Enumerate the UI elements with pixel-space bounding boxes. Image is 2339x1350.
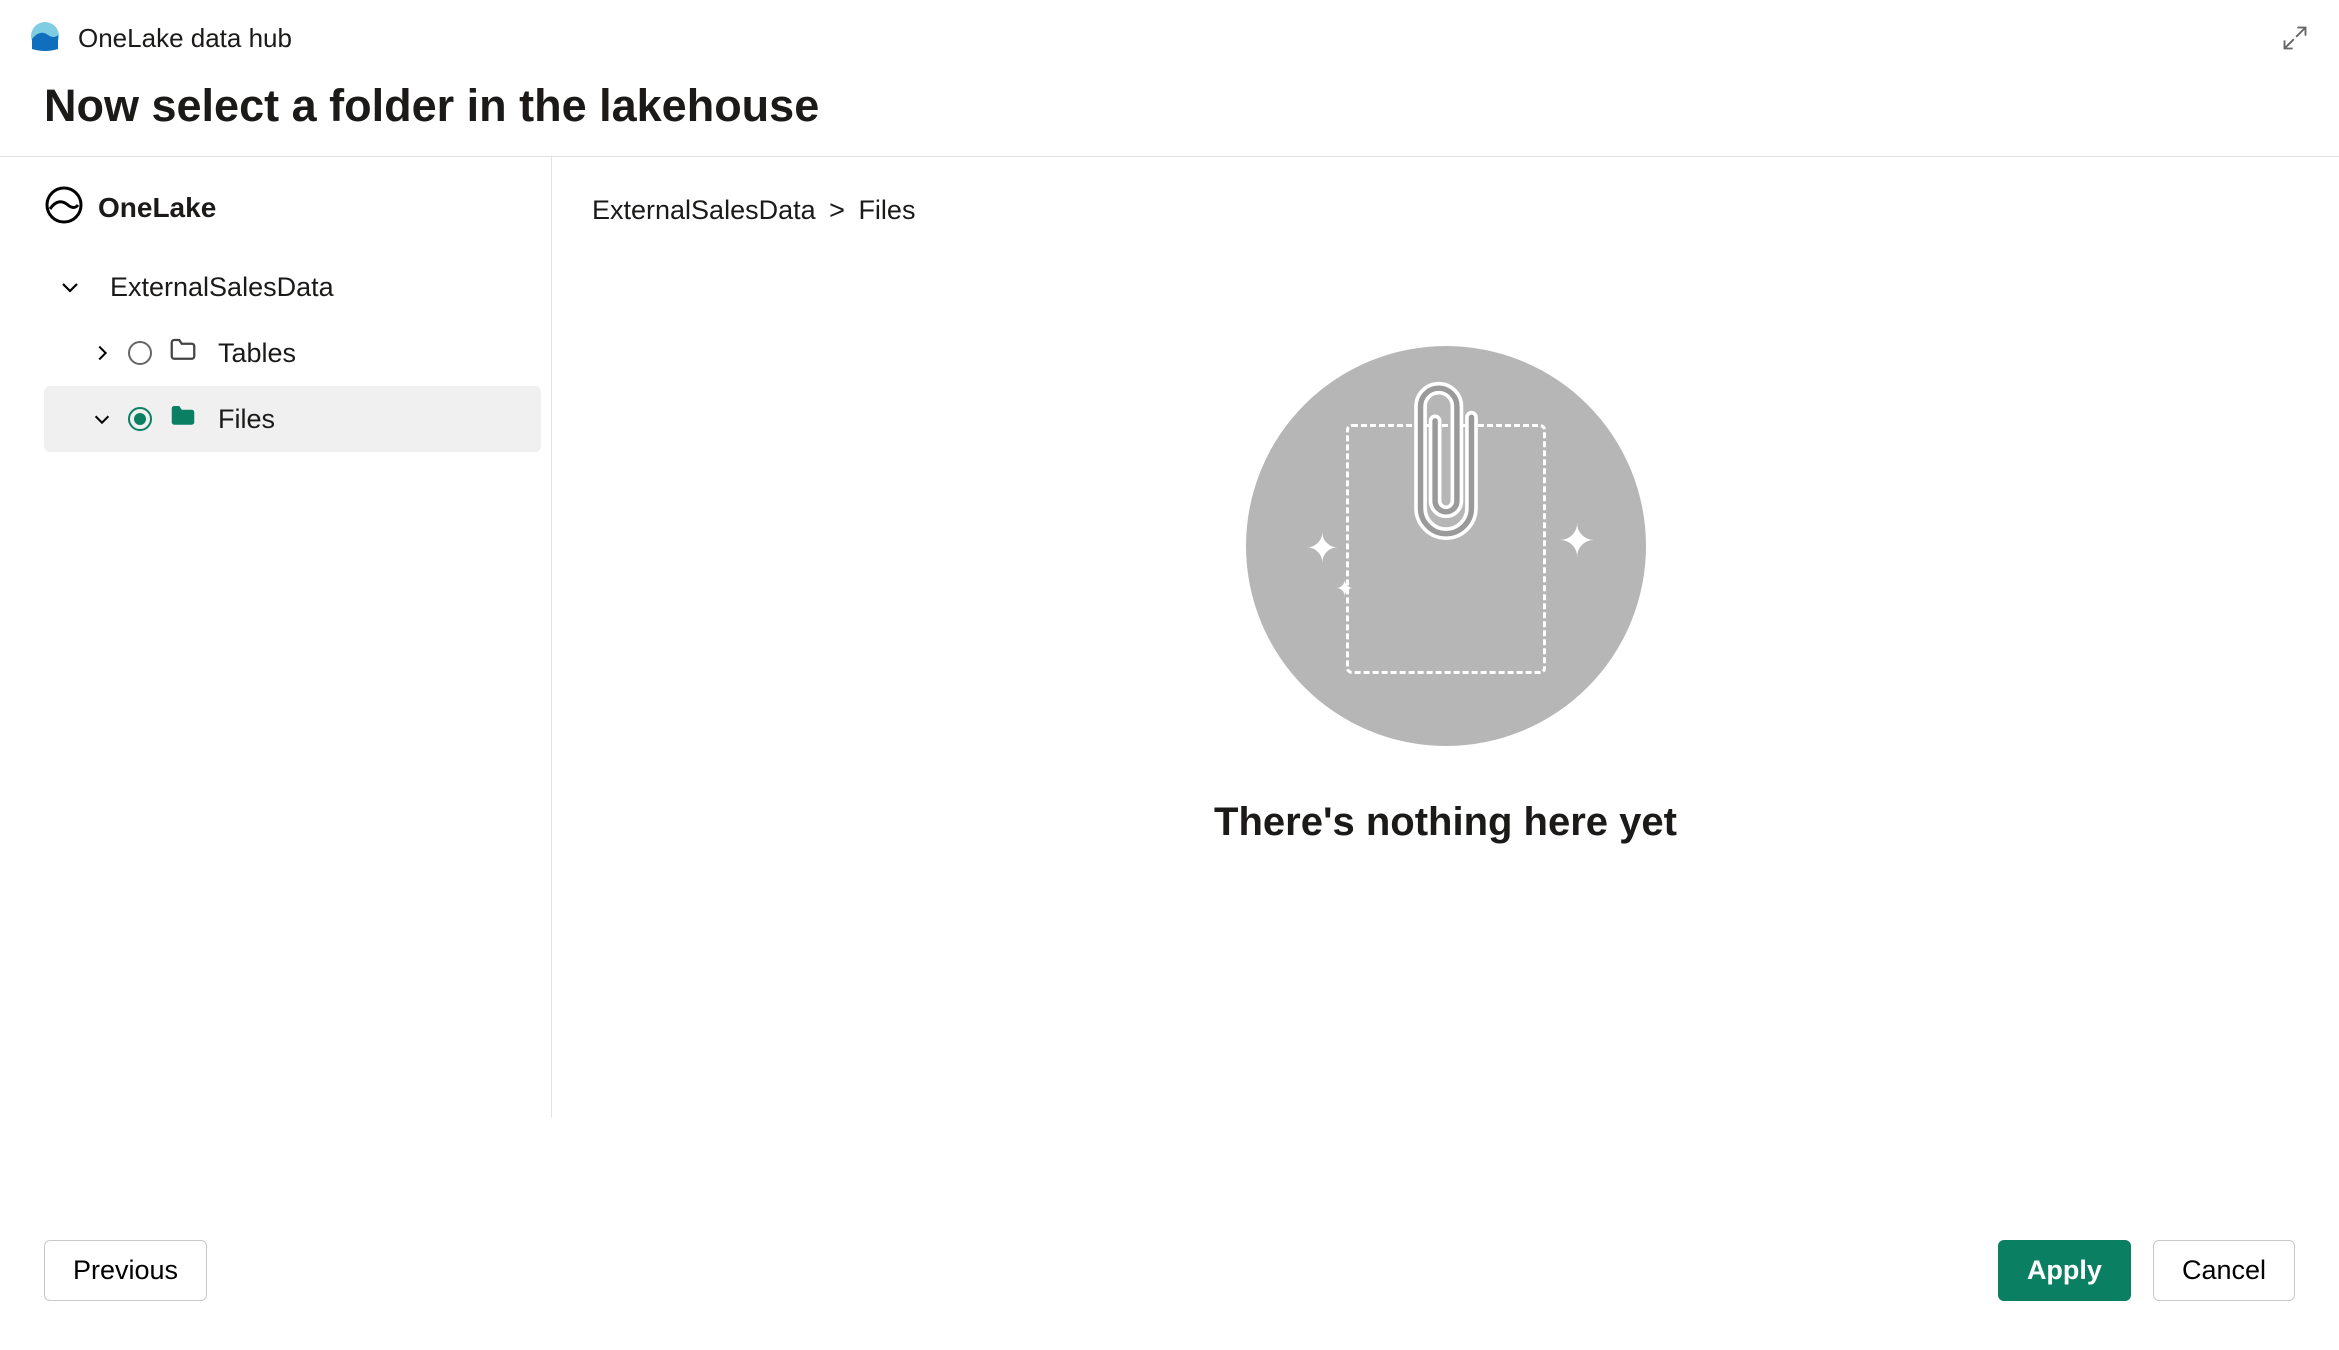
onelake-hub-icon (28, 19, 62, 58)
folder-filled-icon (168, 401, 198, 438)
apply-button[interactable]: Apply (1998, 1240, 2131, 1301)
main-pane: ExternalSalesData > Files ✦ ✦ ✦ There's … (552, 157, 2339, 1228)
footer-right-group: Apply Cancel (1998, 1240, 2295, 1301)
tree-node-files[interactable]: Files (44, 386, 541, 452)
cancel-button[interactable]: Cancel (2153, 1240, 2295, 1301)
chevron-right-icon[interactable] (88, 342, 116, 364)
tree-node-tables[interactable]: Tables (44, 320, 541, 386)
expand-icon[interactable] (2281, 24, 2309, 57)
tree-node-lakehouse-label: ExternalSalesData (110, 272, 334, 303)
breadcrumb-separator: > (829, 195, 845, 225)
page-heading: Now select a folder in the lakehouse (0, 60, 2339, 156)
breadcrumb: ExternalSalesData > Files (592, 195, 915, 226)
folder-tree-sidebar: OneLake ExternalSalesData Tables (0, 157, 552, 1117)
breadcrumb-part-current: Files (858, 195, 915, 225)
app-header: OneLake data hub (0, 0, 2339, 60)
tree-node-files-label: Files (218, 404, 275, 435)
chevron-down-icon[interactable] (56, 275, 84, 299)
tree-node-tables-label: Tables (218, 338, 296, 369)
radio-files[interactable] (128, 407, 152, 431)
hub-title: OneLake data hub (78, 23, 292, 54)
tree-root-onelake[interactable]: OneLake (44, 185, 551, 230)
body: OneLake ExternalSalesData Tables (0, 157, 2339, 1228)
previous-button[interactable]: Previous (44, 1240, 207, 1301)
folder-outline-icon (168, 335, 198, 372)
chevron-down-icon[interactable] (88, 408, 116, 430)
empty-state-title: There's nothing here yet (1214, 800, 1677, 845)
paperclip-icon (1391, 370, 1501, 575)
breadcrumb-part-lakehouse[interactable]: ExternalSalesData (592, 195, 816, 225)
sparkle-icon: ✦ (1306, 526, 1340, 572)
footer: Previous Apply Cancel (0, 1190, 2339, 1350)
sparkle-icon: ✦ (1559, 516, 1596, 567)
onelake-root-icon (44, 185, 84, 230)
tree-root-label: OneLake (98, 192, 216, 224)
tree-node-lakehouse[interactable]: ExternalSalesData (44, 254, 551, 320)
sparkle-icon: ✦ (1336, 576, 1354, 602)
radio-tables[interactable] (128, 341, 152, 365)
empty-state-graphic: ✦ ✦ ✦ (1246, 346, 1646, 746)
